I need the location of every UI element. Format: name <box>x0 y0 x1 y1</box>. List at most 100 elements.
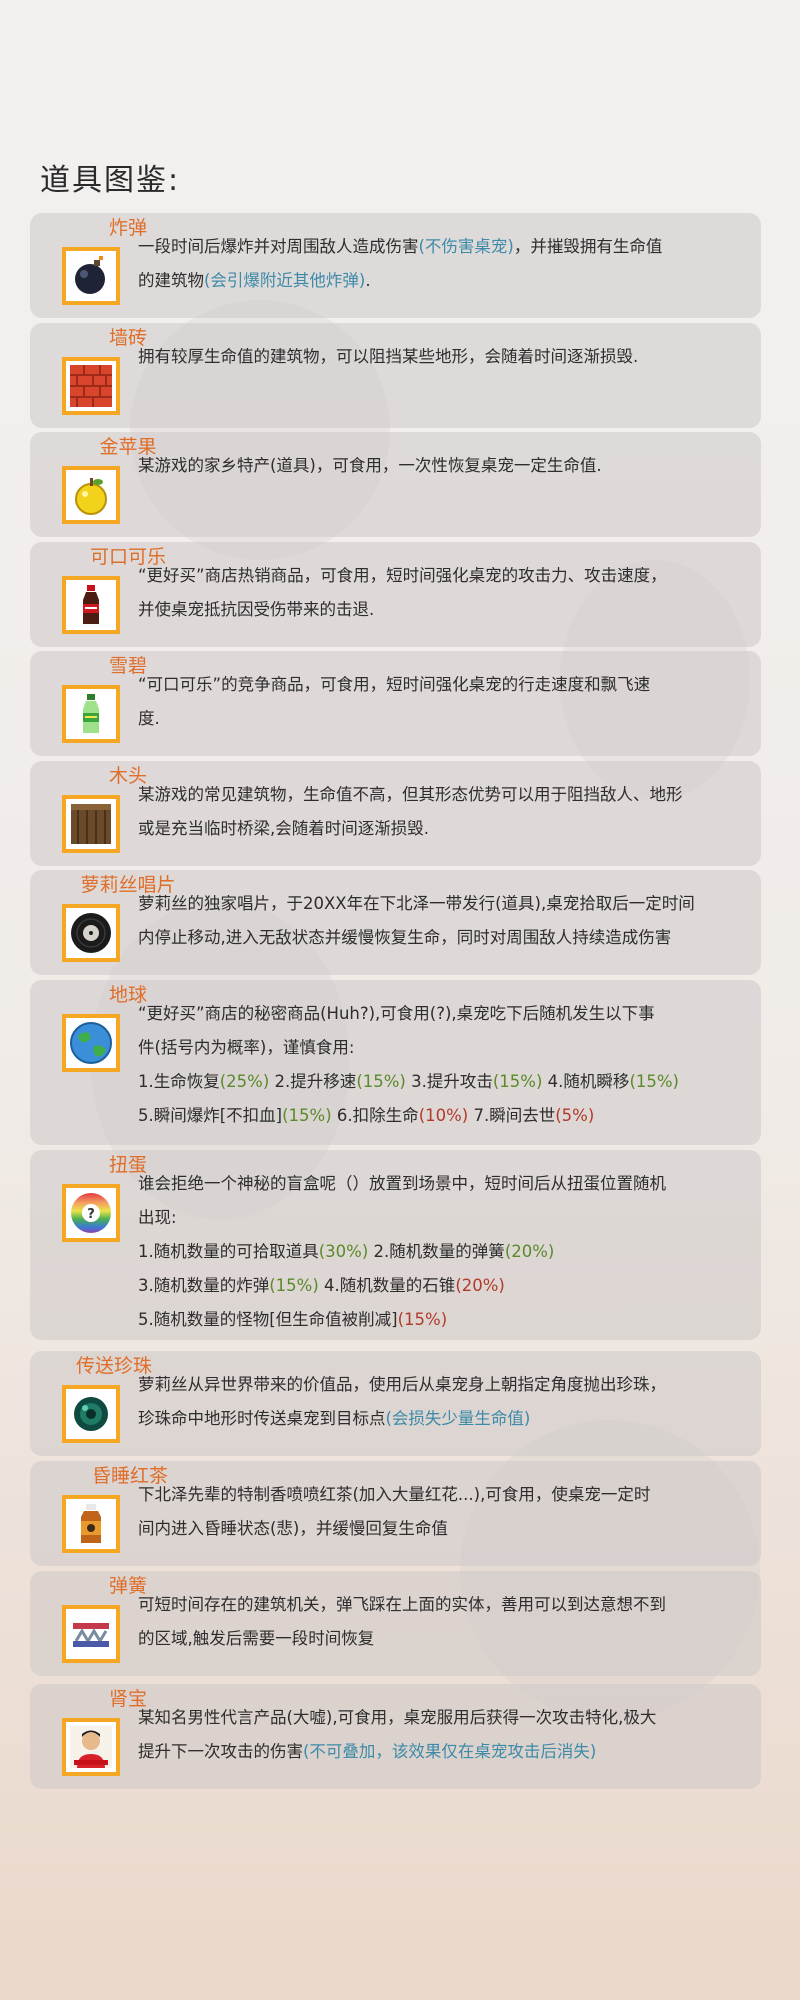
item-card: 扭蛋? 谁会拒绝一个神秘的盲盒呢（）放置到场景中，短时间后从扭蛋位置随机 出现: 1.… <box>30 1150 761 1340</box>
description-line: 出现: <box>138 1201 753 1235</box>
description-text: 拥有较厚生命值的建筑物，可以阻挡某些地形，会随着时间逐渐损毁. <box>138 347 639 366</box>
item-description: 下北泽先辈的特制香喷喷红茶(加入大量红花...),可食用，使桌宠一定时间内进入昏… <box>138 1478 753 1546</box>
item-card: 弹簧 可短时间存在的建筑机关，弹飞踩在上面的实体，善用可以到达意想不到 的区域,触发… <box>30 1571 761 1676</box>
item-description: “更好买”商店的秘密商品(Huh?),可食用(?),桌宠吃下后随机发生以下事 件(… <box>138 997 753 1133</box>
earth-globe-icon <box>62 1014 120 1072</box>
description-text: 5.瞬间爆炸[不扣血] <box>138 1106 283 1125</box>
item-card: 昏睡红茶 下北泽先辈的特制香喷喷红茶(加入大量红花...),可食用，使桌宠一定时间… <box>30 1461 761 1566</box>
description-text: 出现: <box>138 1208 177 1227</box>
description-text: 2.随机数量的弹簧 <box>368 1242 505 1261</box>
description-text: 1.随机数量的可拾取道具 <box>138 1242 319 1261</box>
description-text: 下北泽先辈的特制香喷喷红茶(加入大量红花...),可食用，使桌宠一定时 <box>138 1485 651 1504</box>
description-text: ，并摧毁拥有生命值 <box>513 237 663 256</box>
description-text: “更好买”商店热销商品，可食用，短时间强化桌宠的攻击力、攻击速度， <box>138 566 667 585</box>
description-line: 的区域,触发后需要一段时间恢复 <box>138 1622 753 1656</box>
item-card: 传送珍珠 萝莉丝从异世界带来的价值品，使用后从桌宠身上朝指定角度抛出珍珠， 珍珠命中… <box>30 1351 761 1456</box>
description-highlight: (15%) <box>397 1310 448 1329</box>
description-text: 某游戏的家乡特产(道具)，可食用，一次性恢复桌宠一定生命值. <box>138 456 602 475</box>
description-text: 萝莉丝的独家唱片，于20XX年在下北泽一带发行(道具),桌宠拾取后一定时间 <box>138 894 695 913</box>
description-line: 拥有较厚生命值的建筑物，可以阻挡某些地形，会随着时间逐渐损毁. <box>138 340 753 374</box>
description-highlight: (会损失少量生命值) <box>385 1409 531 1428</box>
item-card: 雪碧 “可口可乐”的竞争商品，可食用，短时间强化桌宠的行走速度和飘飞速 度. <box>30 651 761 756</box>
item-card: 炸弹 一段时间后爆炸并对周围敌人造成伤害(不伤害桌宠)，并摧毁拥有生命值 的建筑物(… <box>30 213 761 318</box>
description-text: “可口可乐”的竞争商品，可食用，短时间强化桌宠的行走速度和飘飞速 <box>138 675 651 694</box>
description-line: 度. <box>138 702 753 736</box>
description-line: 1.随机数量的可拾取道具(30%) 2.随机数量的弹簧(20%) <box>138 1235 753 1269</box>
description-text: 萝莉丝从异世界带来的价值品，使用后从桌宠身上朝指定角度抛出珍珠， <box>138 1375 666 1394</box>
description-text: 提升下一次攻击的伤害 <box>138 1742 303 1761</box>
description-text: 内停止移动,进入无敌状态并缓慢恢复生命，同时对周围敌人持续造成伤害 <box>138 928 672 947</box>
gacha-capsule-icon: ? <box>62 1184 120 1242</box>
wood-block-icon <box>62 795 120 853</box>
description-line: 3.随机数量的炸弹(15%) 4.随机数量的石锥(20%) <box>138 1269 753 1303</box>
description-text: 的建筑物 <box>138 271 204 290</box>
description-line: 并使桌宠抵抗因受伤带来的击退. <box>138 593 753 627</box>
brick-wall-icon <box>62 357 120 415</box>
item-description: 萝莉丝的独家唱片，于20XX年在下北泽一带发行(道具),桌宠拾取后一定时间 内停止… <box>138 887 753 955</box>
spokesman-portrait-icon <box>62 1718 120 1776</box>
cola-bottle-icon <box>62 576 120 634</box>
description-line: 珍珠命中地形时传送桌宠到目标点(会损失少量生命值) <box>138 1402 753 1436</box>
item-description: 某游戏的常见建筑物，生命值不高，但其形态优势可以用于阻挡敌人、地形 或是充当临时桥… <box>138 778 753 846</box>
description-line: 5.随机数量的怪物[但生命值被削减](15%) <box>138 1303 753 1337</box>
description-line: 某游戏的家乡特产(道具)，可食用，一次性恢复桌宠一定生命值. <box>138 449 753 483</box>
description-line: 萝莉丝从异世界带来的价值品，使用后从桌宠身上朝指定角度抛出珍珠， <box>138 1368 753 1402</box>
description-text: 并使桌宠抵抗因受伤带来的击退. <box>138 600 375 619</box>
description-highlight: (30%) <box>318 1242 369 1261</box>
description-line: “更好买”商店的秘密商品(Huh?),可食用(?),桌宠吃下后随机发生以下事 <box>138 997 753 1031</box>
description-highlight: (会引爆附近其他炸弹) <box>204 271 366 290</box>
description-text: 可短时间存在的建筑机关，弹飞踩在上面的实体，善用可以到达意想不到 <box>138 1595 666 1614</box>
item-card: 木头 某游戏的常见建筑物，生命值不高，但其形态优势可以用于阻挡敌人、地形 或是充当临… <box>30 761 761 866</box>
item-description: 拥有较厚生命值的建筑物，可以阻挡某些地形，会随着时间逐渐损毁. <box>138 340 753 374</box>
description-text: 4.随机数量的石锥 <box>318 1276 456 1295</box>
svg-text:?: ? <box>87 1207 95 1222</box>
description-text: 4.随机瞬移 <box>542 1072 630 1091</box>
description-text: . <box>365 271 371 290</box>
item-description: 谁会拒绝一个神秘的盲盒呢（）放置到场景中，短时间后从扭蛋位置随机 出现: 1.随机数… <box>138 1167 753 1337</box>
item-description: 一段时间后爆炸并对周围敌人造成伤害(不伤害桌宠)，并摧毁拥有生命值 的建筑物(会引… <box>138 230 753 298</box>
item-description: 某知名男性代言产品(大嘘),可食用，桌宠服用后获得一次攻击特化,极大 提升下一次攻… <box>138 1701 753 1769</box>
description-text: 度. <box>138 709 160 728</box>
description-highlight: (15%) <box>282 1106 332 1125</box>
item-description: 某游戏的家乡特产(道具)，可食用，一次性恢复桌宠一定生命值. <box>138 449 753 483</box>
description-highlight: (20%) <box>455 1276 505 1295</box>
item-description: 可短时间存在的建筑机关，弹飞踩在上面的实体，善用可以到达意想不到 的区域,触发后需… <box>138 1588 753 1656</box>
description-text: 某知名男性代言产品(大嘘),可食用，桌宠服用后获得一次攻击特化,极大 <box>138 1708 657 1727</box>
page-title: 道具图鉴: <box>40 163 181 198</box>
description-text: 或是充当临时桥梁,会随着时间逐渐损毁. <box>138 819 429 838</box>
description-text: 一段时间后爆炸并对周围敌人造成伤害 <box>138 237 419 256</box>
description-line: 提升下一次攻击的伤害(不可叠加，该效果仅在桌宠攻击后消失) <box>138 1735 753 1769</box>
description-line: 内停止移动,进入无敌状态并缓慢恢复生命，同时对周围敌人持续造成伤害 <box>138 921 753 955</box>
description-line: 某知名男性代言产品(大嘘),可食用，桌宠服用后获得一次攻击特化,极大 <box>138 1701 753 1735</box>
description-line: 可短时间存在的建筑机关，弹飞踩在上面的实体，善用可以到达意想不到 <box>138 1588 753 1622</box>
description-line: 的建筑物(会引爆附近其他炸弹). <box>138 264 753 298</box>
description-text: 2.提升移速 <box>269 1072 357 1091</box>
item-card: 萝莉丝唱片 萝莉丝的独家唱片，于20XX年在下北泽一带发行(道具),桌宠拾取后一定… <box>30 870 761 975</box>
description-line: 或是充当临时桥梁,会随着时间逐渐损毁. <box>138 812 753 846</box>
description-highlight: (不可叠加，该效果仅在桌宠攻击后消失) <box>303 1742 597 1761</box>
description-text: 6.扣除生命 <box>331 1106 419 1125</box>
vinyl-record-icon <box>62 904 120 962</box>
description-text: 3.随机数量的炸弹 <box>138 1276 270 1295</box>
description-text: 3.提升攻击 <box>405 1072 493 1091</box>
description-highlight: (15%) <box>269 1276 319 1295</box>
description-highlight: (15%) <box>356 1072 406 1091</box>
bomb-icon <box>62 247 120 305</box>
description-line: 间内进入昏睡状态(悲)，并缓慢回复生命值 <box>138 1512 753 1546</box>
description-text: 的区域,触发后需要一段时间恢复 <box>138 1629 375 1648</box>
item-card: 墙砖 拥有较厚生命值的建筑物，可以阻挡某些地形，会随着时间逐渐损毁. <box>30 323 761 428</box>
description-highlight: (10%) <box>418 1106 469 1125</box>
description-text: 某游戏的常见建筑物，生命值不高，但其形态优势可以用于阻挡敌人、地形 <box>138 785 683 804</box>
description-text: 1.生命恢复 <box>138 1072 220 1091</box>
description-highlight: (15%) <box>492 1072 543 1091</box>
description-text: 珍珠命中地形时传送桌宠到目标点 <box>138 1409 386 1428</box>
item-description: 萝莉丝从异世界带来的价值品，使用后从桌宠身上朝指定角度抛出珍珠， 珍珠命中地形时传… <box>138 1368 753 1436</box>
item-card: 肾宝 某知名男性代言产品(大嘘),可食用，桌宠服用后获得一次攻击特化,极大 提升下一… <box>30 1684 761 1789</box>
description-text: 5.随机数量的怪物[但生命值被削减] <box>138 1310 398 1329</box>
description-text: “更好买”商店的秘密商品(Huh?),可食用(?),桌宠吃下后随机发生以下事 <box>138 1004 655 1023</box>
item-description: “更好买”商店热销商品，可食用，短时间强化桌宠的攻击力、攻击速度， 并使桌宠抵抗因… <box>138 559 753 627</box>
description-line: 某游戏的常见建筑物，生命值不高，但其形态优势可以用于阻挡敌人、地形 <box>138 778 753 812</box>
description-line: “更好买”商店热销商品，可食用，短时间强化桌宠的攻击力、攻击速度， <box>138 559 753 593</box>
description-highlight: (25%) <box>219 1072 270 1091</box>
item-card: 地球 “更好买”商店的秘密商品(Huh?),可食用(?),桌宠吃下后随机发生以下事… <box>30 980 761 1145</box>
